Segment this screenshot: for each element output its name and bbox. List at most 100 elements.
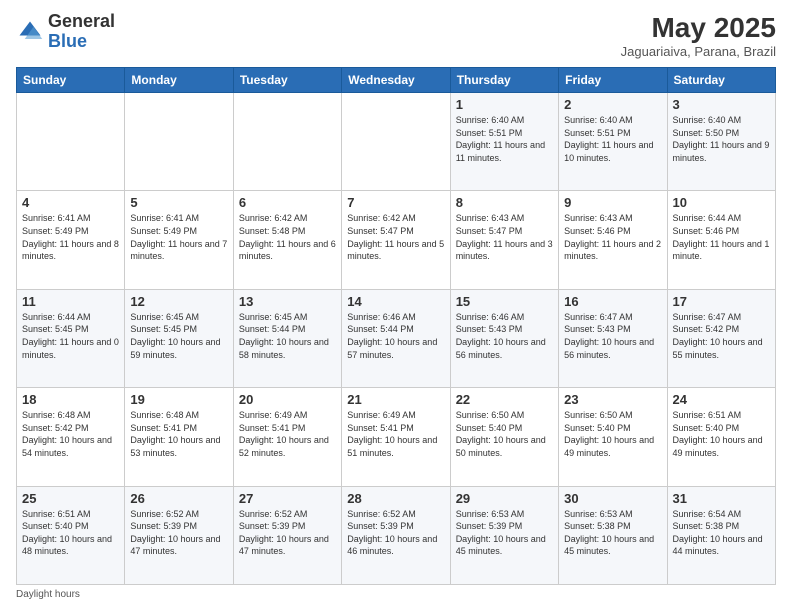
table-row: 31 Sunrise: 6:54 AM Sunset: 5:38 PM Dayli… [667,486,775,584]
table-row: 2 Sunrise: 6:40 AM Sunset: 5:51 PM Daylig… [559,93,667,191]
logo-general: General [48,11,115,31]
day-info: Sunrise: 6:40 AM Sunset: 5:51 PM Dayligh… [456,114,553,164]
day-info: Sunrise: 6:43 AM Sunset: 5:47 PM Dayligh… [456,212,553,262]
calendar-week-row: 18 Sunrise: 6:48 AM Sunset: 5:42 PM Dayli… [17,388,776,486]
calendar-week-row: 4 Sunrise: 6:41 AM Sunset: 5:49 PM Daylig… [17,191,776,289]
day-number: 5 [130,195,227,210]
day-number: 19 [130,392,227,407]
table-row: 13Sunrise: 6:45 AM Sunset: 5:44 PM Dayli… [233,289,341,387]
day-number: 17 [673,294,770,309]
table-row: 18 Sunrise: 6:48 AM Sunset: 5:42 PM Dayli… [17,388,125,486]
table-row: 23Sunrise: 6:50 AM Sunset: 5:40 PM Dayli… [559,388,667,486]
table-row: 20 Sunrise: 6:49 AM Sunset: 5:41 PM Dayli… [233,388,341,486]
day-number: 7 [347,195,444,210]
day-number: 3 [673,97,770,112]
day-number: 31 [673,491,770,506]
day-info: Sunrise: 6:50 AM Sunset: 5:40 PM Dayligh… [456,409,553,459]
table-row [17,93,125,191]
table-row: 8 Sunrise: 6:43 AM Sunset: 5:47 PM Daylig… [450,191,558,289]
day-number: 8 [456,195,553,210]
table-row: 3 Sunrise: 6:40 AM Sunset: 5:50 PM Daylig… [667,93,775,191]
table-row: 24 Sunrise: 6:51 AM Sunset: 5:40 PM Dayli… [667,388,775,486]
table-row: 22Sunrise: 6:50 AM Sunset: 5:40 PM Dayli… [450,388,558,486]
day-number: 25 [22,491,119,506]
table-row: 16 Sunrise: 6:47 AM Sunset: 5:43 PM Dayli… [559,289,667,387]
day-info: Sunrise: 6:43 AM Sunset: 5:46 PM Dayligh… [564,212,661,262]
table-row: 21Sunrise: 6:49 AM Sunset: 5:41 PM Dayli… [342,388,450,486]
table-row: 1 Sunrise: 6:40 AM Sunset: 5:51 PM Daylig… [450,93,558,191]
day-info: Sunrise: 6:51 AM Sunset: 5:40 PM Dayligh… [22,508,119,558]
col-wednesday: Wednesday [342,68,450,93]
day-info: Sunrise: 6:44 AM Sunset: 5:45 PM Dayligh… [22,311,119,361]
day-number: 10 [673,195,770,210]
day-number: 13 [239,294,336,309]
table-row [125,93,233,191]
day-number: 26 [130,491,227,506]
table-row: 30Sunrise: 6:53 AM Sunset: 5:38 PM Dayli… [559,486,667,584]
table-row: 12 Sunrise: 6:45 AM Sunset: 5:45 PM Dayli… [125,289,233,387]
day-number: 12 [130,294,227,309]
logo-blue: Blue [48,31,87,51]
day-info: Sunrise: 6:46 AM Sunset: 5:44 PM Dayligh… [347,311,444,361]
day-number: 1 [456,97,553,112]
page: General Blue May 2025 Jaguariaiva, Paran… [0,0,792,612]
day-number: 24 [673,392,770,407]
calendar-header-row: Sunday Monday Tuesday Wednesday Thursday… [17,68,776,93]
month-title: May 2025 [621,12,776,44]
table-row: 11Sunrise: 6:44 AM Sunset: 5:45 PM Dayli… [17,289,125,387]
day-number: 9 [564,195,661,210]
col-saturday: Saturday [667,68,775,93]
header: General Blue May 2025 Jaguariaiva, Paran… [16,12,776,59]
day-number: 6 [239,195,336,210]
table-row: 15Sunrise: 6:46 AM Sunset: 5:43 PM Dayli… [450,289,558,387]
day-number: 29 [456,491,553,506]
calendar-week-row: 25 Sunrise: 6:51 AM Sunset: 5:40 PM Dayli… [17,486,776,584]
col-friday: Friday [559,68,667,93]
day-number: 4 [22,195,119,210]
day-info: Sunrise: 6:51 AM Sunset: 5:40 PM Dayligh… [673,409,770,459]
logo-text: General Blue [48,12,115,52]
col-monday: Monday [125,68,233,93]
day-number: 18 [22,392,119,407]
calendar-week-row: 1 Sunrise: 6:40 AM Sunset: 5:51 PM Daylig… [17,93,776,191]
day-number: 16 [564,294,661,309]
table-row [342,93,450,191]
day-info: Sunrise: 6:52 AM Sunset: 5:39 PM Dayligh… [239,508,336,558]
table-row: 28 Sunrise: 6:52 AM Sunset: 5:39 PM Dayli… [342,486,450,584]
table-row: 17Sunrise: 6:47 AM Sunset: 5:42 PM Dayli… [667,289,775,387]
day-number: 21 [347,392,444,407]
col-sunday: Sunday [17,68,125,93]
day-number: 15 [456,294,553,309]
day-number: 2 [564,97,661,112]
day-number: 20 [239,392,336,407]
day-info: Sunrise: 6:48 AM Sunset: 5:42 PM Dayligh… [22,409,119,459]
table-row: 9 Sunrise: 6:43 AM Sunset: 5:46 PM Daylig… [559,191,667,289]
table-row: 29 Sunrise: 6:53 AM Sunset: 5:39 PM Dayli… [450,486,558,584]
day-info: Sunrise: 6:41 AM Sunset: 5:49 PM Dayligh… [22,212,119,262]
day-info: Sunrise: 6:47 AM Sunset: 5:43 PM Dayligh… [564,311,661,361]
day-info: Sunrise: 6:49 AM Sunset: 5:41 PM Dayligh… [239,409,336,459]
table-row: 25 Sunrise: 6:51 AM Sunset: 5:40 PM Dayli… [17,486,125,584]
day-info: Sunrise: 6:44 AM Sunset: 5:46 PM Dayligh… [673,212,770,262]
footer-note: Daylight hours [16,589,776,600]
day-info: Sunrise: 6:40 AM Sunset: 5:50 PM Dayligh… [673,114,770,164]
col-tuesday: Tuesday [233,68,341,93]
day-info: Sunrise: 6:40 AM Sunset: 5:51 PM Dayligh… [564,114,661,164]
table-row: 10 Sunrise: 6:44 AM Sunset: 5:46 PM Dayli… [667,191,775,289]
day-info: Sunrise: 6:42 AM Sunset: 5:48 PM Dayligh… [239,212,336,262]
table-row: 14 Sunrise: 6:46 AM Sunset: 5:44 PM Dayli… [342,289,450,387]
day-number: 27 [239,491,336,506]
day-info: Sunrise: 6:54 AM Sunset: 5:38 PM Dayligh… [673,508,770,558]
table-row [233,93,341,191]
table-row: 26Sunrise: 6:52 AM Sunset: 5:39 PM Dayli… [125,486,233,584]
table-row: 19 Sunrise: 6:48 AM Sunset: 5:41 PM Dayli… [125,388,233,486]
day-number: 28 [347,491,444,506]
calendar-week-row: 11Sunrise: 6:44 AM Sunset: 5:45 PM Dayli… [17,289,776,387]
day-info: Sunrise: 6:45 AM Sunset: 5:45 PM Dayligh… [130,311,227,361]
day-info: Sunrise: 6:48 AM Sunset: 5:41 PM Dayligh… [130,409,227,459]
day-info: Sunrise: 6:53 AM Sunset: 5:39 PM Dayligh… [456,508,553,558]
day-info: Sunrise: 6:52 AM Sunset: 5:39 PM Dayligh… [347,508,444,558]
day-info: Sunrise: 6:50 AM Sunset: 5:40 PM Dayligh… [564,409,661,459]
table-row: 4 Sunrise: 6:41 AM Sunset: 5:49 PM Daylig… [17,191,125,289]
day-number: 14 [347,294,444,309]
